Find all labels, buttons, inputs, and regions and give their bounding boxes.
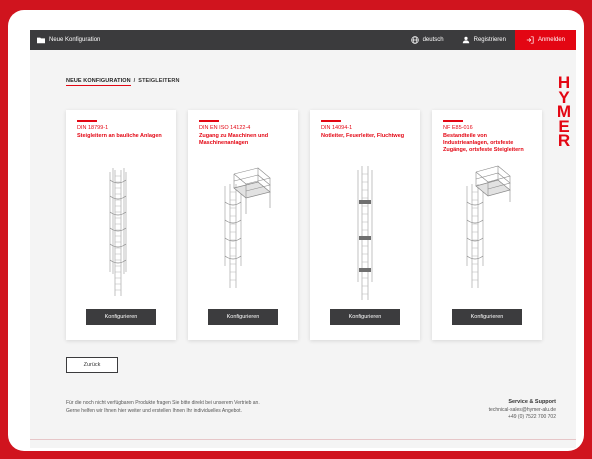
logo-letter: R [557, 131, 571, 150]
ladder-illustration [188, 162, 298, 302]
ladder-illustration [310, 162, 420, 302]
login-button[interactable]: Anmelden [514, 30, 576, 50]
support-phone[interactable]: +49 (0) 7522 700 702 [489, 414, 556, 422]
product-card-din-18799[interactable]: DIN 18799-1 Steigleitern an bauliche Anl… [66, 110, 176, 340]
register-label: Registrieren [473, 37, 506, 43]
back-button[interactable]: Zurück [66, 357, 118, 373]
support-email[interactable]: technical-sales@hymer-alu.de [489, 407, 556, 415]
card-norm: DIN 18799-1 [77, 124, 109, 131]
footer-divider [30, 439, 576, 440]
card-accent-line [77, 120, 97, 122]
card-norm: NF E85-016 [443, 124, 473, 131]
card-title: Bestandteile von Industrieanlagen, ortsf… [443, 132, 524, 153]
ladder-cage-icon [109, 168, 127, 296]
new-configuration-link[interactable]: Neue Konfiguration [30, 30, 109, 50]
card-accent-line [321, 120, 341, 122]
card-norm: DIN EN ISO 14122-4 [199, 124, 251, 131]
product-card-nf-e85-016[interactable]: NF E85-016 Bestandteile von Industrieanl… [432, 110, 542, 340]
product-card-din-14094[interactable]: DIN 14094-1 Notleiter, Feuerleiter, Fluc… [310, 110, 420, 340]
ladder-illustration [432, 162, 542, 302]
breadcrumb-new-configuration[interactable]: NEUE KONFIGURATION [66, 78, 131, 86]
service-heading: Service & Support [508, 399, 556, 405]
product-cards: DIN 18799-1 Steigleitern an bauliche Anl… [66, 110, 542, 340]
register-link[interactable]: Registrieren [453, 30, 515, 50]
card-title: Notleiter, Feuerleiter, Fluchtweg [321, 132, 405, 139]
language-selector[interactable]: deutsch [402, 30, 453, 50]
card-norm: DIN 14094-1 [321, 124, 353, 131]
card-title: Steigleitern an bauliche Anlagen [77, 132, 162, 139]
device-frame: Neue Konfiguration deutsch Registrieren … [8, 10, 584, 451]
breadcrumb-current: STEIGLEITERN [138, 78, 180, 84]
login-icon [526, 36, 534, 44]
service-support: Service & Support technical-sales@hymer-… [489, 399, 556, 422]
ladder-illustration [66, 162, 176, 302]
login-label: Anmelden [537, 37, 565, 43]
hymer-logo: H Y M E R [557, 74, 571, 150]
configure-button[interactable]: Konfigurieren [452, 309, 522, 325]
app-title: Neue Konfiguration [49, 37, 101, 43]
folder-icon [37, 37, 45, 44]
configure-button[interactable]: Konfigurieren [208, 309, 278, 325]
card-title: Zugang zu Maschinen und Maschinenanlagen [199, 132, 269, 146]
top-bar: Neue Konfiguration deutsch Registrieren … [30, 30, 576, 50]
breadcrumb-separator: / [133, 78, 136, 84]
ladder-platform-icon [224, 167, 271, 288]
configure-button[interactable]: Konfigurieren [330, 309, 400, 325]
user-icon [462, 36, 469, 44]
ladder-platform-icon [466, 165, 511, 288]
language-label: deutsch [422, 37, 444, 43]
card-accent-line [199, 120, 219, 122]
app-screen: Neue Konfiguration deutsch Registrieren … [30, 30, 576, 448]
footer-note: Für die noch nicht verfügbaren Produkte … [66, 400, 260, 414]
card-accent-line [443, 120, 463, 122]
emergency-ladder-icon [357, 166, 373, 300]
product-card-din-en-iso-14122[interactable]: DIN EN ISO 14122-4 Zugang zu Maschinen u… [188, 110, 298, 340]
configure-button[interactable]: Konfigurieren [86, 309, 156, 325]
breadcrumb: NEUE KONFIGURATION / STEIGLEITERN [66, 78, 180, 86]
globe-icon [410, 36, 419, 44]
